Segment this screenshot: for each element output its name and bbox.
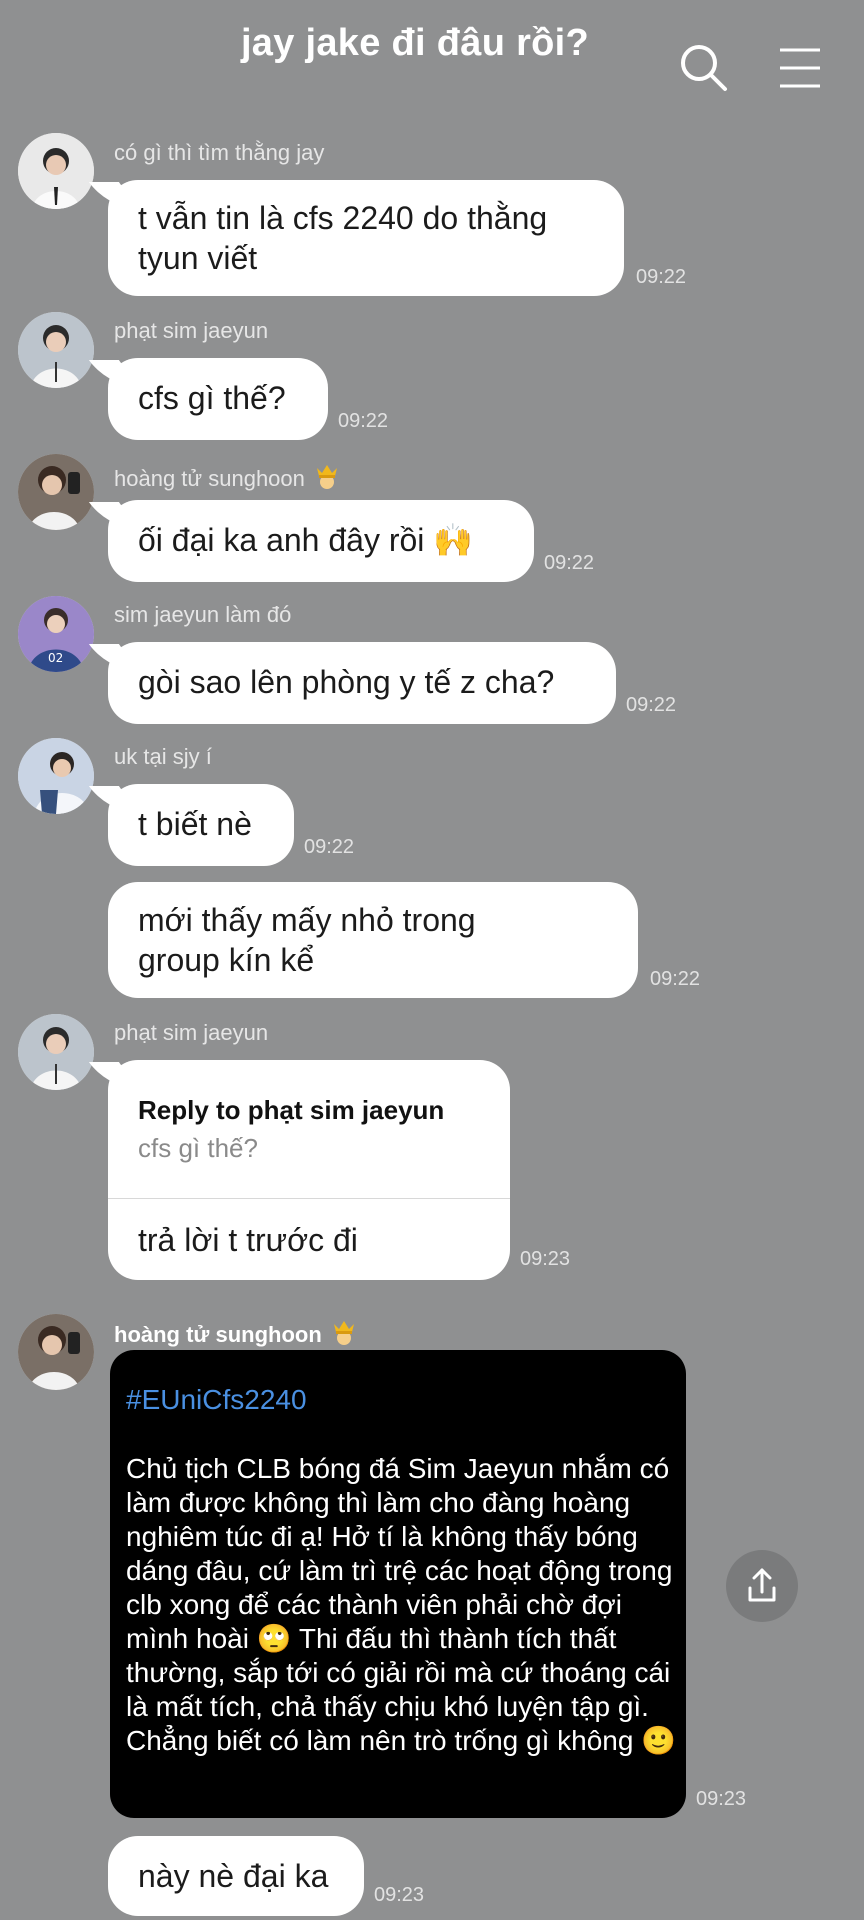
message-text: này nè đại ka bbox=[138, 1858, 329, 1894]
message-bubble[interactable]: ối đại ka anh đây rồi 🙌 bbox=[108, 500, 534, 582]
reply-label: Reply to phạt sim jaeyun bbox=[138, 1095, 445, 1125]
message-bubble[interactable]: gòi sao lên phòng y tế z cha? bbox=[108, 642, 616, 724]
reply-divider bbox=[108, 1198, 510, 1199]
confession-text: Chủ tịch CLB bóng đá Sim Jaeyun nhắm có … bbox=[126, 1453, 677, 1756]
svg-text:02: 02 bbox=[48, 651, 63, 665]
chat-header: jay jake đi đâu rồi? bbox=[0, 0, 864, 110]
avatar[interactable] bbox=[18, 454, 94, 530]
avatar[interactable] bbox=[18, 133, 94, 209]
sender-name: hoàng tử sunghoon bbox=[114, 1316, 358, 1352]
confession-hashtag: #EUniCfs2240 bbox=[126, 1384, 307, 1415]
message-text: mới thấy mấy nhỏ trong group kín kể bbox=[138, 902, 476, 978]
message-time: 09:22 bbox=[650, 968, 701, 990]
message-text: trả lời t trước đi bbox=[138, 1222, 358, 1258]
avatar-photo-icon bbox=[18, 133, 94, 209]
message-bubble[interactable]: này nè đại ka bbox=[108, 1836, 364, 1916]
confession-image-card[interactable]: #EUniCfs2240 Chủ tịch CLB bóng đá Sim Ja… bbox=[110, 1350, 686, 1818]
reply-preview[interactable]: Reply to phạt sim jaeyun cfs gì thế? bbox=[108, 1060, 510, 1166]
hamburger-menu-icon bbox=[780, 48, 820, 88]
avatar-photo-icon bbox=[18, 1014, 94, 1090]
message-time: 09:22 bbox=[304, 836, 355, 858]
message-time: 09:22 bbox=[544, 552, 595, 574]
sender-name-text: hoàng tử sunghoon bbox=[114, 1322, 322, 1347]
avatar-photo-icon bbox=[18, 454, 94, 530]
search-icon bbox=[681, 45, 727, 91]
avatar[interactable] bbox=[18, 1314, 94, 1390]
message-bubble[interactable]: t biết nè bbox=[108, 784, 294, 866]
message-text: t biết nè bbox=[138, 806, 252, 842]
message-bubble[interactable]: mới thấy mấy nhỏ trong group kín kể bbox=[108, 882, 638, 998]
avatar-photo-icon bbox=[18, 738, 94, 814]
reply-quote: cfs gì thế? bbox=[138, 1133, 258, 1163]
message-time: 09:23 bbox=[520, 1248, 571, 1270]
sender-name: có gì thì tìm thằng jay bbox=[114, 140, 325, 165]
avatar[interactable] bbox=[18, 738, 94, 814]
share-upload-icon bbox=[748, 1568, 776, 1602]
crown-emoji-icon bbox=[313, 460, 341, 496]
message-text: gòi sao lên phòng y tế z cha? bbox=[138, 664, 555, 700]
sender-name: sim jaeyun làm đó bbox=[114, 602, 292, 627]
message-time: 09:22 bbox=[636, 266, 687, 288]
avatar[interactable] bbox=[18, 312, 94, 388]
sender-name-text: hoàng tử sunghoon bbox=[114, 466, 305, 491]
message-text: t vẫn tin là cfs 2240 do thằng tyun viết bbox=[138, 200, 548, 276]
message-time: 09:22 bbox=[626, 694, 677, 716]
sender-name: phạt sim jaeyun bbox=[114, 318, 269, 343]
avatar-photo-icon: 02 bbox=[18, 596, 94, 672]
menu-button[interactable] bbox=[772, 40, 828, 96]
avatar[interactable]: 02 bbox=[18, 596, 94, 672]
message-bubble[interactable]: cfs gì thế? bbox=[108, 358, 328, 440]
avatar-photo-icon bbox=[18, 1314, 94, 1390]
message-text: cfs gì thế? bbox=[138, 380, 286, 416]
sender-name: hoàng tử sunghoon bbox=[114, 460, 341, 496]
share-button[interactable] bbox=[726, 1550, 798, 1622]
message-time: 09:23 bbox=[374, 1884, 425, 1906]
sender-name: uk tại sjy í bbox=[114, 744, 212, 769]
avatar[interactable] bbox=[18, 1014, 94, 1090]
message-time: 09:23 bbox=[696, 1788, 747, 1810]
crown-emoji-icon bbox=[330, 1316, 358, 1352]
message-time: 09:22 bbox=[338, 410, 389, 432]
search-button[interactable] bbox=[676, 40, 732, 96]
reply-message-bubble[interactable]: Reply to phạt sim jaeyun cfs gì thế? trả… bbox=[108, 1060, 510, 1280]
message-bubble[interactable]: t vẫn tin là cfs 2240 do thằng tyun viết bbox=[108, 180, 624, 296]
message-text: ối đại ka anh đây rồi 🙌 bbox=[138, 522, 474, 558]
sender-name: phạt sim jaeyun bbox=[114, 1020, 269, 1045]
avatar-photo-icon bbox=[18, 312, 94, 388]
